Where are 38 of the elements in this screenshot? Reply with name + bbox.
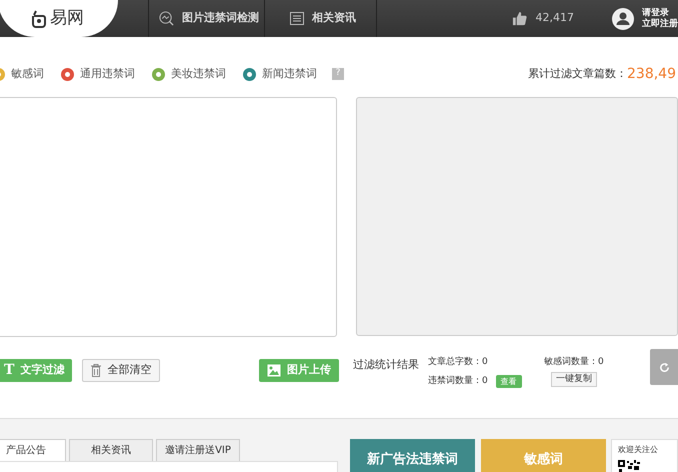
total-label: 累计过滤文章篇数： (528, 66, 627, 82)
text-icon: T (4, 360, 14, 381)
stats-title: 过滤统计结果 (353, 357, 420, 373)
legend-label: 美妆违禁词 (171, 66, 226, 82)
tab[interactable]: 邀请注册送VIP (156, 439, 240, 461)
total-count: 238,49 (627, 64, 676, 84)
refresh-icon (658, 362, 670, 372)
tab[interactable]: 产品公告 (0, 439, 66, 461)
word-count: 文章总字数：0 (428, 356, 489, 369)
site-logo[interactable]: 易网 (0, 0, 118, 37)
tab[interactable]: 相关资讯 (69, 439, 153, 461)
text-input-field[interactable] (0, 97, 338, 337)
image-icon (267, 364, 281, 377)
copy-button[interactable]: 一键复制 (550, 372, 597, 387)
legend-item[interactable]: 通用违禁词 (61, 66, 135, 82)
logo-text: 易网 (50, 6, 84, 30)
nav-link[interactable]: 图片违禁词检测 (148, 0, 264, 37)
banned-count: 违禁词数量：0 (428, 374, 488, 388)
document-icon (290, 12, 304, 25)
legend-item[interactable]: 敏感词 (0, 66, 44, 82)
register-link[interactable]: 立即注册 (642, 18, 678, 29)
thumbs-up-icon (512, 11, 526, 26)
search-icon (159, 11, 174, 26)
legend-label: 通用违禁词 (80, 66, 135, 82)
legend-item[interactable]: 新闻违禁词 (243, 66, 317, 82)
legend-label: 敏感词 (11, 66, 44, 82)
refresh-button[interactable] (650, 349, 678, 385)
like-count: 42,417 (536, 10, 574, 26)
user-avatar-icon[interactable] (612, 8, 634, 30)
sensitive-count: 敏感词数量：0 (544, 356, 604, 369)
category-tile[interactable]: 新广告法违禁词 (350, 439, 475, 472)
legend-label: 新闻违禁词 (262, 66, 317, 82)
logo-icon (32, 10, 46, 28)
nav-link[interactable]: 相关资讯 (264, 0, 376, 37)
trash-icon (91, 364, 102, 377)
clear-all-button[interactable]: 全部清空 (82, 359, 160, 382)
follow-text: 欢迎关注公 (618, 444, 659, 456)
legend-item[interactable]: 美妆违禁词 (152, 66, 226, 82)
